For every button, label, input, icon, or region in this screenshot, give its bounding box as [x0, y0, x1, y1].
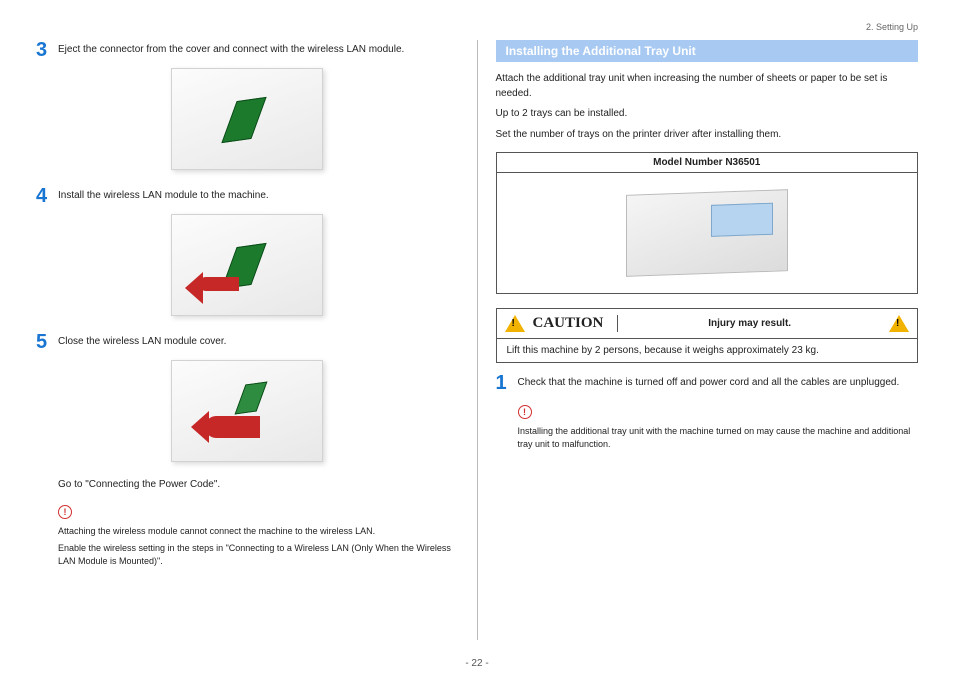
step-number: 4	[36, 186, 58, 206]
figure-install-module	[36, 214, 459, 316]
caution-triangle-icon: !	[889, 315, 909, 332]
intro-text: Up to 2 trays can be installed.	[496, 107, 919, 122]
step-number: 5	[36, 332, 58, 352]
step-3: 3 Eject the connector from the cover and…	[36, 40, 459, 60]
step-5: 5 Close the wireless LAN module cover.	[36, 332, 459, 352]
model-number-header: Model Number N36501	[497, 153, 918, 173]
right-column: Installing the Additional Tray Unit Atta…	[482, 40, 933, 640]
caution-box: ! CAUTION Injury may result. ! Lift this…	[496, 308, 919, 363]
figure-eject-connector	[36, 68, 459, 170]
step-text: Install the wireless LAN module to the m…	[58, 186, 269, 206]
caution-message: Injury may result.	[618, 318, 881, 329]
warning-icon: !	[518, 405, 532, 419]
caution-body: Lift this machine by 2 persons, because …	[497, 339, 918, 362]
figure-close-cover	[36, 360, 459, 462]
warning-icon: !	[58, 505, 72, 519]
caution-label: CAUTION	[533, 315, 619, 332]
step-1: 1 Check that the machine is turned off a…	[496, 373, 919, 393]
warning-text: Enable the wireless setting in the steps…	[58, 542, 459, 568]
page-number: - 22 -	[22, 658, 932, 669]
step-number: 1	[496, 373, 518, 393]
step-text: Check that the machine is turned off and…	[518, 373, 900, 393]
step-text: Close the wireless LAN module cover.	[58, 332, 226, 352]
step-number: 3	[36, 40, 58, 60]
caution-triangle-icon: !	[505, 315, 525, 332]
left-column: 3 Eject the connector from the cover and…	[22, 40, 473, 640]
goto-note: Go to "Connecting the Power Code".	[58, 478, 459, 493]
figure-tray-unit	[497, 173, 918, 293]
column-divider	[477, 40, 478, 640]
step-4: 4 Install the wireless LAN module to the…	[36, 186, 459, 206]
intro-text: Attach the additional tray unit when inc…	[496, 72, 919, 101]
warning-text: Installing the additional tray unit with…	[518, 425, 919, 451]
intro-text: Set the number of trays on the printer d…	[496, 128, 919, 143]
model-box: Model Number N36501	[496, 152, 919, 294]
step-text: Eject the connector from the cover and c…	[58, 40, 404, 60]
warning-text: Attaching the wireless module cannot con…	[58, 525, 459, 538]
breadcrumb: 2. Setting Up	[866, 22, 918, 32]
section-heading: Installing the Additional Tray Unit	[496, 40, 919, 62]
